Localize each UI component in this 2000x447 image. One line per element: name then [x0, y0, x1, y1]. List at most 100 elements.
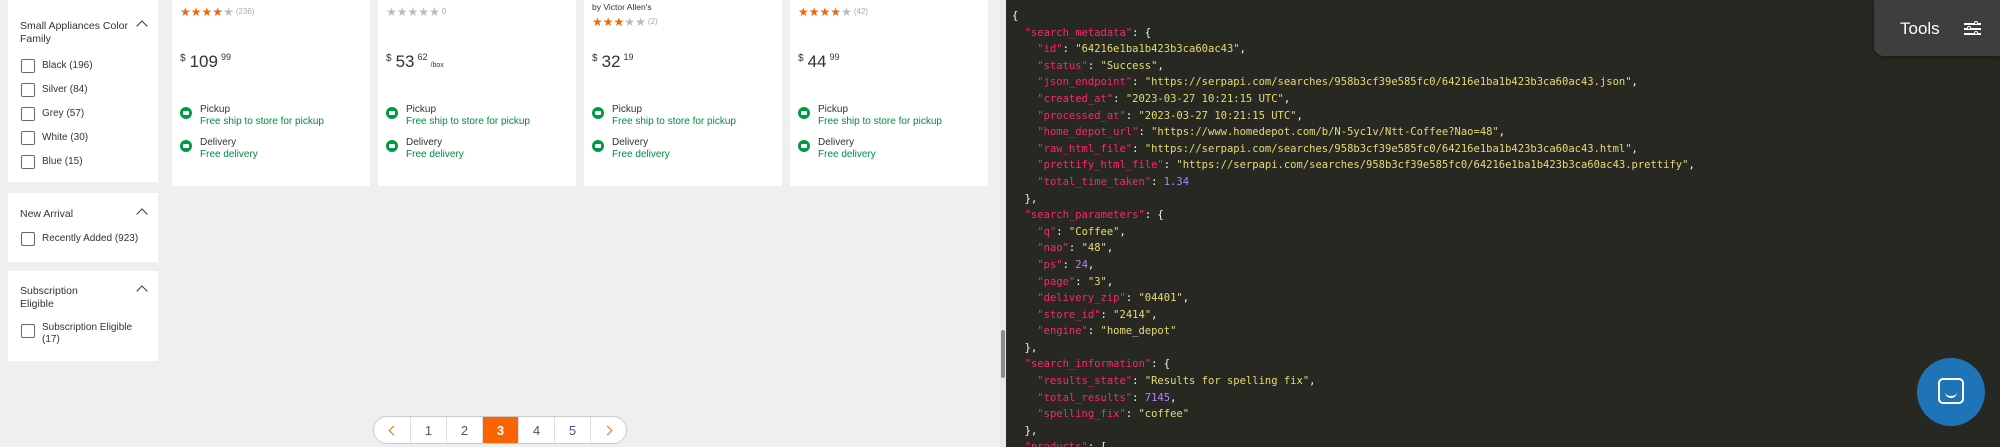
delivery-icon: [592, 140, 604, 152]
page-button[interactable]: 1: [410, 417, 446, 443]
json-line: "store_id": "2414",: [1037, 308, 1158, 321]
json-line: "page": "3",: [1037, 275, 1114, 288]
filter-new-arrival-header[interactable]: New Arrival: [8, 193, 158, 221]
checkbox[interactable]: [21, 107, 35, 121]
star-filled-icon: ★: [602, 15, 614, 29]
star-filled-icon: ★: [830, 5, 842, 19]
star-filled-icon: ★: [613, 15, 625, 29]
pickup-icon: [386, 107, 398, 119]
filter-color-family: Small Appliances Color Family Black (196…: [8, 0, 158, 182]
json-line: "status": "Success",: [1037, 59, 1164, 72]
filter-option-recently-added[interactable]: Recently Added (923): [8, 227, 158, 251]
star-empty-icon: ★: [407, 5, 419, 19]
star-empty-icon: ★: [635, 15, 646, 29]
star-empty-icon: ★: [429, 5, 440, 19]
filter-title: New Arrival: [20, 208, 74, 220]
product-card[interactable]: ★★★★★ (42) $44 99 Pickup Free ship to store…: [790, 0, 988, 186]
next-page-button[interactable]: [590, 417, 626, 443]
filter-new-arrival: New Arrival Recently Added (923): [8, 193, 158, 262]
sliders-icon: [1964, 20, 1981, 36]
star-empty-icon: ★: [624, 15, 636, 29]
json-line: "results_state": "Results for spelling f…: [1037, 375, 1316, 388]
json-viewer: { "search_metadata": { "id": "64216e1ba1…: [1012, 8, 1695, 447]
delivery-icon: [798, 140, 810, 152]
filter-color-family-header[interactable]: Small Appliances Color Family: [8, 0, 158, 46]
json-line: "delivery_zip": "04401",: [1037, 292, 1190, 305]
json-line: "nao": "48",: [1037, 242, 1114, 255]
star-filled-icon: ★: [180, 5, 191, 19]
json-line: "products": [: [1012, 439, 1695, 447]
delivery-icon: [386, 140, 398, 152]
checkbox[interactable]: [21, 131, 35, 145]
checkbox[interactable]: [21, 83, 35, 97]
json-line: "spelling_fix": "coffee": [1037, 408, 1190, 421]
chevron-up-icon[interactable]: [136, 208, 148, 220]
json-line: "json_endpoint": "https://serpapi.com/se…: [1037, 76, 1638, 89]
price: $44 99: [798, 52, 840, 71]
chevron-up-icon[interactable]: [136, 285, 148, 297]
star-filled-icon: ★: [201, 5, 213, 19]
page-button[interactable]: 4: [518, 417, 554, 443]
star-filled-icon: ★: [819, 5, 831, 19]
filter-option-blue[interactable]: Blue (15): [8, 150, 158, 174]
star-empty-icon: ★: [396, 5, 408, 19]
pagination: 1 2 3 4 5: [373, 416, 627, 444]
json-line: "prettify_html_file": "https://serpapi.c…: [1037, 159, 1695, 172]
product-card[interactable]: by Victor Allen's ★★★★★ (2) $32 19 Pickup F…: [584, 0, 782, 186]
json-line: },: [1012, 192, 1038, 205]
filter-subscription: Subscription Eligible Subscription Eligi…: [8, 271, 158, 361]
price: $32 19: [592, 52, 634, 71]
json-pane: { "search_metadata": { "id": "64216e1ba1…: [1006, 0, 2000, 447]
json-line: "id": "64216e1ba1b423b3ca60ac43",: [1037, 43, 1246, 56]
page-button-current[interactable]: 3: [482, 417, 518, 443]
chat-launcher-button[interactable]: [1917, 358, 1985, 426]
pickup-icon: [180, 107, 192, 119]
json-line: "search_information": {: [1024, 358, 1171, 371]
results-pane: Small Appliances Color Family Black (196…: [0, 0, 1000, 447]
filter-option-white[interactable]: White (30): [8, 126, 158, 150]
pickup-icon: [798, 107, 810, 119]
tools-label: Tools: [1900, 19, 1940, 38]
checkbox[interactable]: [21, 232, 35, 246]
json-line: "total_results": 7145,: [1037, 391, 1177, 404]
checkbox[interactable]: [21, 155, 35, 169]
json-line: "total_time_taken": 1.34: [1037, 175, 1190, 188]
chevron-up-icon[interactable]: [136, 20, 148, 32]
star-rating: ★★★★★ 0: [386, 5, 447, 19]
star-empty-icon: ★: [418, 5, 430, 19]
filter-option-silver[interactable]: Silver (84): [8, 78, 158, 102]
page-button[interactable]: 5: [554, 417, 590, 443]
price: $53 62/box: [386, 52, 444, 71]
json-line: "q": "Coffee",: [1037, 225, 1126, 238]
filter-option-black[interactable]: Black (196): [8, 54, 158, 78]
star-empty-icon: ★: [223, 5, 234, 19]
pickup-icon: [592, 107, 604, 119]
product-card[interactable]: ★★★★★ (236) $109 99 Pickup Free ship to sto…: [172, 0, 370, 186]
filter-title: Subscription Eligible: [20, 285, 78, 310]
filter-title: Small Appliances Color Family: [20, 20, 128, 45]
star-rating: ★★★★★ (2): [592, 15, 658, 29]
filter-option-subscription-eligible[interactable]: Subscription Eligible (17): [8, 319, 158, 349]
page-button[interactable]: 2: [446, 417, 482, 443]
chevron-right-icon: [602, 425, 612, 435]
filter-option-grey[interactable]: Grey (57): [8, 102, 158, 126]
star-empty-icon: ★: [386, 5, 397, 19]
star-filled-icon: ★: [592, 15, 603, 29]
star-filled-icon: ★: [212, 5, 224, 19]
checkbox[interactable]: [21, 324, 35, 338]
star-rating: ★★★★★ (42): [798, 5, 869, 19]
chat-bubble-icon: [1938, 378, 1964, 404]
delivery-icon: [180, 140, 192, 152]
json-line: "search_parameters": {: [1024, 209, 1164, 222]
product-card[interactable]: ★★★★★ 0 $53 62/box Pickup Free ship to stor…: [378, 0, 576, 186]
filter-subscription-header[interactable]: Subscription Eligible: [8, 271, 158, 311]
brand-byline[interactable]: by Victor Allen's: [592, 2, 652, 12]
tools-button[interactable]: Tools: [1874, 0, 2000, 56]
resize-handle[interactable]: [1001, 330, 1005, 378]
prev-page-button[interactable]: [374, 417, 410, 443]
json-line: "created_at": "2023-03-27 10:21:15 UTC",: [1037, 92, 1291, 105]
checkbox[interactable]: [21, 59, 35, 73]
star-filled-icon: ★: [808, 5, 820, 19]
json-line: "processed_at": "2023-03-27 10:21:15 UTC…: [1037, 109, 1303, 122]
price: $109 99: [180, 52, 231, 71]
